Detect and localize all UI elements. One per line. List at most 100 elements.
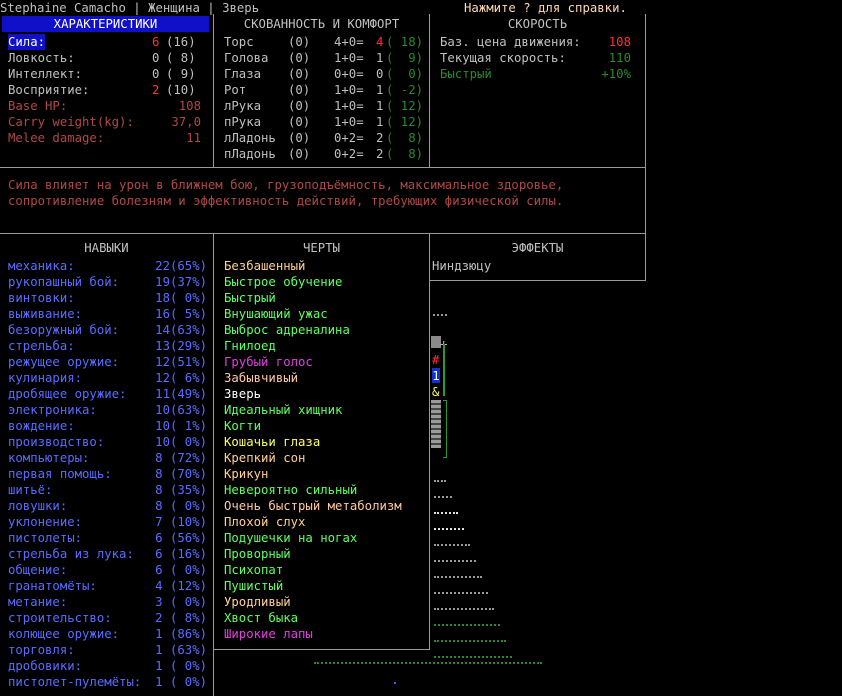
skill-value: 6 (16%) xyxy=(155,547,207,561)
skill-row[interactable]: торговля: 1 (63%) xyxy=(0,642,213,658)
skill-row[interactable]: шитьё: 8 (35%) xyxy=(0,482,213,498)
skill-label: дробящее оружие: xyxy=(8,387,127,401)
trait-item[interactable]: Гнилоед xyxy=(224,338,276,354)
skill-label: уклонение: xyxy=(8,515,83,529)
skill-label: вождение: xyxy=(8,419,75,433)
speed-value: 110 xyxy=(608,51,631,65)
skill-value: 10( 0%) xyxy=(155,435,207,449)
trait-item[interactable]: Пушистый xyxy=(224,578,283,594)
trait-item[interactable]: Крикун xyxy=(224,466,268,482)
trait-item[interactable]: Проворный xyxy=(224,546,291,562)
speed-row[interactable]: Текущая скорость: 110 xyxy=(430,50,645,66)
trait-item[interactable]: Забывчивый xyxy=(224,370,298,386)
derived-stat-label: Base HP: xyxy=(8,99,68,113)
skill-row[interactable]: метание: 3 ( 0%) xyxy=(0,594,213,610)
effects-header[interactable]: ЭФФЕКТЫ xyxy=(430,240,645,256)
stat-label[interactable]: Интеллект: xyxy=(8,66,82,82)
trait-item[interactable]: Уродливый xyxy=(224,594,291,610)
encumbrance-header[interactable]: СКОВАННОСТЬ И КОМФОРТ xyxy=(214,16,429,32)
skill-row[interactable]: колющее оружие: 1 (86%) xyxy=(0,626,213,642)
encumbrance-result: 2 xyxy=(376,147,384,161)
trait-item[interactable]: Хвост быка xyxy=(224,610,298,626)
skill-row[interactable]: дробящее оружие: 11(49%) xyxy=(0,386,213,402)
speed-row[interactable]: Баз. цена движения: 108 xyxy=(430,34,645,50)
stat-label[interactable]: Сила: xyxy=(8,34,46,50)
speed-row[interactable]: Быстрый +10% xyxy=(430,66,645,82)
encumbrance-row[interactable]: пРука (0) 1+0= 1( 12) xyxy=(214,114,429,130)
skill-row[interactable]: электроника: 10(63%) xyxy=(0,402,213,418)
trait-item[interactable]: Внушающий ужас xyxy=(224,306,328,322)
stat-label[interactable]: Ловкость: xyxy=(8,50,75,66)
stat-base-value: ( 9) xyxy=(166,67,196,81)
map-floor-dots xyxy=(434,544,470,548)
skill-row[interactable]: стрельба из лука: 6 (16%) xyxy=(0,546,213,562)
warmth-value: ( 12) xyxy=(386,115,424,129)
skill-row[interactable]: производство: 10( 0%) xyxy=(0,434,213,450)
skill-row[interactable]: общение: 6 ( 0%) xyxy=(0,562,213,578)
map-green-line xyxy=(443,400,447,458)
skill-label: строительство: xyxy=(8,611,112,625)
encumbrance-row[interactable]: Рот (0) 1+0= 1( -2) xyxy=(214,82,429,98)
encumbrance-row[interactable]: пЛадонь (0) 0+2= 2( 8) xyxy=(214,146,429,162)
trait-item[interactable]: Психопат xyxy=(224,562,283,578)
trait-item[interactable]: Идеальный хищник xyxy=(224,402,342,418)
skill-label: гранатомёты: xyxy=(8,579,97,593)
skill-row[interactable]: механика: 22(65%) xyxy=(0,258,213,274)
stat-row[interactable]: Сила: 6 (16) xyxy=(0,34,213,50)
trait-item[interactable]: Невероятно сильный xyxy=(224,482,357,498)
skill-value: 4 (12%) xyxy=(155,579,207,593)
encumbrance-row[interactable]: Голова (0) 1+0= 1( 9) xyxy=(214,50,429,66)
trait-item[interactable]: Очень быстрый метаболизм xyxy=(224,498,402,514)
skill-row[interactable]: дробовики: 1 ( 0%) xyxy=(0,658,213,674)
trait-item[interactable]: Крепкий сон xyxy=(224,450,305,466)
skill-row[interactable]: выживание: 16( 5%) xyxy=(0,306,213,322)
encumbrance-row[interactable]: Глаза (0) 0+0= 0( 0) xyxy=(214,66,429,82)
skill-row[interactable]: ловушки: 8 ( 0%) xyxy=(0,498,213,514)
warmth-value: ( 12) xyxy=(386,99,424,113)
encumbrance-row[interactable]: лЛадонь (0) 0+2= 2( 8) xyxy=(214,130,429,146)
trait-item[interactable]: Подушечки на ногах xyxy=(224,530,357,546)
skill-row[interactable]: пистолет-пулемёты: 1 ( 0%) xyxy=(0,674,213,690)
trait-item[interactable]: Быстрый xyxy=(224,290,276,306)
stat-row[interactable]: Интеллект: 0 ( 9) xyxy=(0,66,213,82)
trait-item[interactable]: Зверь xyxy=(224,386,261,402)
skill-value: 18( 0%) xyxy=(155,291,207,305)
skill-row[interactable]: режущее оружие: 12(51%) xyxy=(0,354,213,370)
skill-row[interactable]: уклонение: 7 (10%) xyxy=(0,514,213,530)
trait-item[interactable]: Широкие лапы xyxy=(224,626,313,642)
speed-panel: СКОРОСТЬ Баз. цена движения: 108 Текущая с… xyxy=(429,14,646,168)
trait-item[interactable]: Когти xyxy=(224,418,261,434)
skill-row[interactable]: пистолеты: 6 (56%) xyxy=(0,530,213,546)
skill-row[interactable]: первая помощь: 8 (70%) xyxy=(0,466,213,482)
skill-row[interactable]: безоружный бой: 14(63%) xyxy=(0,322,213,338)
speed-header[interactable]: СКОРОСТЬ xyxy=(430,16,645,32)
encumbrance-result: 1 xyxy=(376,83,384,97)
speed-value: +10% xyxy=(601,67,631,81)
traits-header[interactable]: ЧЕРТЫ xyxy=(214,240,429,256)
trait-item[interactable]: Грубый голос xyxy=(224,354,313,370)
skill-row[interactable]: вождение: 10( 1%) xyxy=(0,418,213,434)
skill-row[interactable]: компьютеры: 8 (72%) xyxy=(0,450,213,466)
trait-item[interactable]: Быстрое обучение xyxy=(224,274,342,290)
skill-row[interactable]: строительство: 2 ( 8%) xyxy=(0,610,213,626)
stat-row[interactable]: Ловкость: 0 ( 8) xyxy=(0,50,213,66)
encumbrance-formula: 1+0= xyxy=(334,83,364,97)
stat-row[interactable]: Восприятие: 2 (10) xyxy=(0,82,213,98)
trait-item[interactable]: Плохой слух xyxy=(224,514,305,530)
trait-item[interactable]: Кошачьи глаза xyxy=(224,434,320,450)
skill-row[interactable]: винтовки: 18( 0%) xyxy=(0,290,213,306)
encumbrance-row[interactable]: лРука (0) 1+0= 1( 12) xyxy=(214,98,429,114)
layer-count: (0) xyxy=(288,67,311,81)
skills-header[interactable]: НАВЫКИ xyxy=(0,240,213,256)
skill-row[interactable]: стрельба: 13(29%) xyxy=(0,338,213,354)
stat-label[interactable]: Восприятие: xyxy=(8,82,89,98)
trait-item[interactable]: Безбашенный xyxy=(224,258,305,274)
encumbrance-row[interactable]: Торс (0) 4+0= 4( 18) xyxy=(214,34,429,50)
encumbrance-formula: 0+2= xyxy=(334,147,364,161)
skill-row[interactable]: рукопашный бой: 19(37%) xyxy=(0,274,213,290)
skill-row[interactable]: гранатомёты: 4 (12%) xyxy=(0,578,213,594)
skill-row[interactable]: кулинария: 12( 6%) xyxy=(0,370,213,386)
trait-item[interactable]: Выброс адреналина xyxy=(224,322,350,338)
effect-item[interactable]: Ниндзюцу xyxy=(432,258,491,274)
stats-header[interactable]: ХАРАКТЕРИСТИКИ xyxy=(2,16,209,32)
